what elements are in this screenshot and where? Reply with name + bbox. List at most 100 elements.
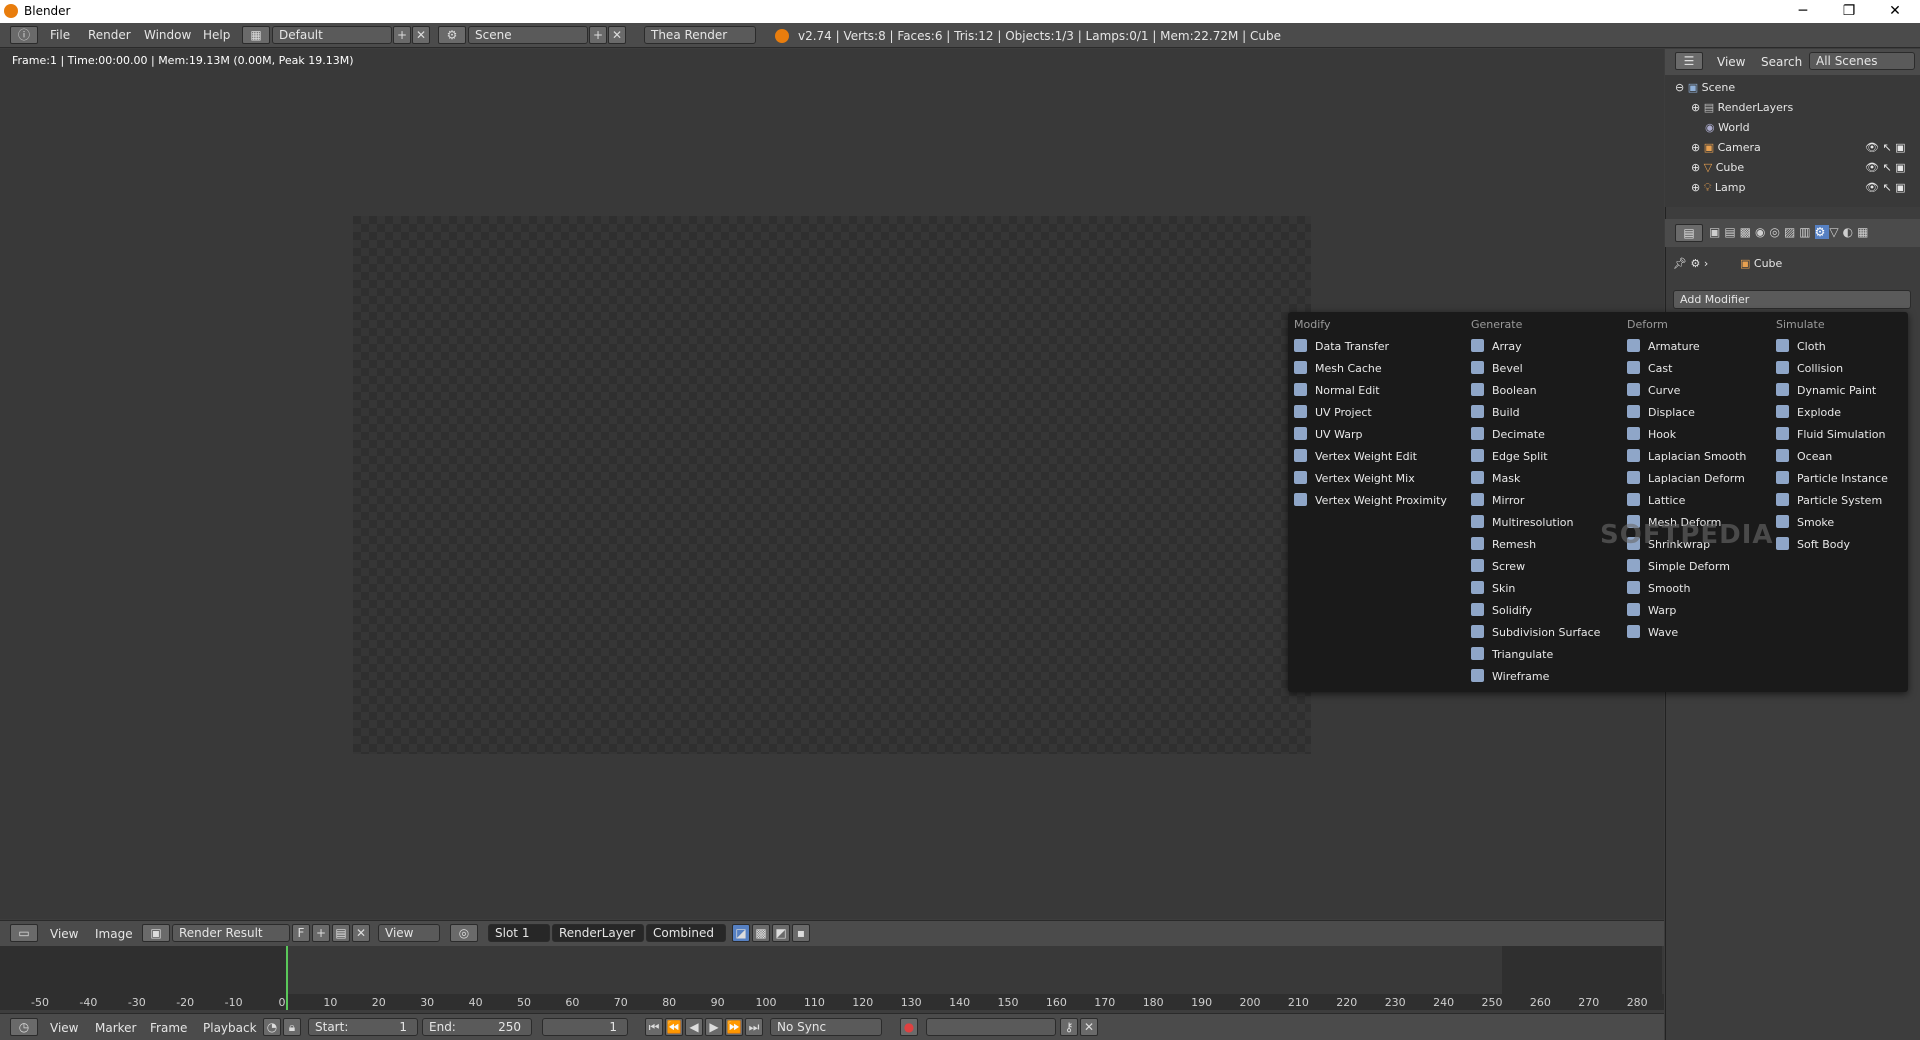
ie-menu-image[interactable]: Image [95,927,133,941]
visibility-eye-icon[interactable]: 👁︎ ↖ ▣ [1865,181,1906,194]
modifier-item[interactable]: Multiresolution [1471,515,1574,533]
modifier-item[interactable]: Normal Edit [1294,383,1380,401]
keying-set-field[interactable] [926,1018,1056,1036]
image-editor-type-icon[interactable]: ▭ [10,924,38,942]
maximize-button[interactable]: ❐ [1826,0,1872,23]
modifier-item[interactable]: Remesh [1471,537,1536,555]
modifier-item[interactable]: Edge Split [1471,449,1548,467]
modifier-item[interactable]: Particle System [1776,493,1882,511]
render-engine-select[interactable]: Thea Render [644,26,756,44]
outliner-menu-view[interactable]: View [1717,55,1745,69]
render-pass-select[interactable]: Combined [646,924,726,942]
render-layer-select[interactable]: RenderLayer [552,924,644,942]
outliner-item-renderlayers[interactable]: ⊕ ▤ RenderLayers [1691,101,1793,114]
remove-scene-icon[interactable]: ✕ [608,26,626,44]
add-scene-icon[interactable]: + [589,26,607,44]
add-screen-icon[interactable]: + [393,26,411,44]
modifier-item[interactable]: Curve [1627,383,1680,401]
insert-keyframe-icon[interactable]: ⚷ [1060,1018,1078,1036]
modifier-item[interactable]: Vertex Weight Proximity [1294,493,1447,511]
scene-field[interactable]: Scene [468,26,588,44]
modifier-item[interactable]: Ocean [1776,449,1832,467]
modifier-item[interactable]: Simple Deform [1627,559,1730,577]
pin-icon[interactable]: 📌︎ ⚙ › [1673,257,1708,270]
modifier-item[interactable]: Smoke [1776,515,1834,533]
timeline-playhead[interactable] [286,946,288,1010]
modifier-item[interactable]: Screw [1471,559,1525,577]
jump-end-icon[interactable]: ⏭ [745,1018,763,1036]
tl-menu-frame[interactable]: Frame [150,1021,187,1035]
timeline-ruler[interactable] [0,994,1664,1010]
modifier-item[interactable]: Skin [1471,581,1515,599]
end-frame-field[interactable]: End: 250 [422,1018,532,1036]
properties-editor-icon[interactable]: ▤ [1675,224,1703,242]
visibility-eye-icon[interactable]: 👁︎ ↖ ▣ [1865,141,1906,154]
tl-menu-marker[interactable]: Marker [95,1021,136,1035]
delete-keyframe-icon[interactable]: ✕ [1080,1018,1098,1036]
timeline-editor-icon[interactable]: ◷ [10,1018,38,1036]
new-image-icon[interactable]: + [312,924,330,942]
modifier-item[interactable]: Vertex Weight Mix [1294,471,1415,489]
modifier-item[interactable]: UV Warp [1294,427,1363,445]
jump-keyframe-back-icon[interactable]: ⏪ [665,1018,683,1036]
unlink-image-icon[interactable]: ✕ [352,924,370,942]
modifier-item[interactable]: Laplacian Deform [1627,471,1745,489]
tl-menu-playback[interactable]: Playback [203,1021,257,1035]
outliner-menu-search[interactable]: Search [1761,55,1802,69]
add-modifier-select[interactable]: Add Modifier [1673,290,1911,309]
modifier-item[interactable]: Mirror [1471,493,1524,511]
modifier-item[interactable]: Collision [1776,361,1843,379]
modifier-item[interactable]: Bevel [1471,361,1523,379]
properties-context-tabs[interactable]: ▣▤▩◉◎▨▥⚙▽◐▦ [1709,225,1872,239]
modifier-item[interactable]: Cast [1627,361,1672,379]
outliner-item-camera[interactable]: ⊕ ▣ Camera [1691,141,1761,154]
view-mode-select[interactable]: View [378,924,440,942]
modifier-item[interactable]: Hook [1627,427,1676,445]
outliner-item-world[interactable]: ◉ World [1705,121,1750,134]
screen-layout-icon[interactable]: ▦ [242,26,270,44]
modifier-item[interactable]: Explode [1776,405,1841,423]
modifier-item[interactable]: Vertex Weight Edit [1294,449,1417,467]
outliner-item-cube[interactable]: ⊕ ▽ Cube [1691,161,1744,174]
image-name-field[interactable]: Render Result [172,924,290,942]
preview-range-icon[interactable]: ◔ [263,1018,281,1036]
menu-render[interactable]: Render [88,28,131,42]
outliner-filter-select[interactable]: All Scenes [1809,52,1915,70]
jump-keyframe-forward-icon[interactable]: ⏩ [725,1018,743,1036]
ie-menu-view[interactable]: View [50,927,78,941]
modifier-item[interactable]: Array [1471,339,1522,357]
modifier-item[interactable]: Build [1471,405,1520,423]
jump-start-icon[interactable]: ⏮ [645,1018,663,1036]
tl-menu-view[interactable]: View [50,1021,78,1035]
modifier-item[interactable]: UV Project [1294,405,1372,423]
menu-file[interactable]: File [50,28,70,42]
modifier-item[interactable]: Triangulate [1471,647,1553,665]
close-button[interactable]: ✕ [1872,0,1918,23]
modifier-item[interactable]: Warp [1627,603,1676,621]
modifier-item[interactable]: Dynamic Paint [1776,383,1876,401]
scene-icon[interactable]: ⚙ [438,26,466,44]
current-frame-field[interactable]: 1 [542,1018,628,1036]
render-result-canvas[interactable] [353,216,1311,754]
menu-window[interactable]: Window [144,28,191,42]
scopes-icon[interactable]: ▪ [792,924,810,942]
visibility-eye-icon[interactable]: 👁︎ ↖ ▣ [1865,161,1906,174]
remove-screen-icon[interactable]: ✕ [412,26,430,44]
modifier-item[interactable]: Mesh Cache [1294,361,1382,379]
fake-user-button[interactable]: F [292,924,310,942]
modifier-item[interactable]: Wireframe [1471,669,1549,687]
start-frame-field[interactable]: Start: 1 [308,1018,418,1036]
minimize-button[interactable]: ─ [1780,0,1826,23]
record-icon[interactable]: ● [900,1018,918,1036]
z-buffer-icon[interactable]: ◩ [772,924,790,942]
lock-icon[interactable]: 🔒︎ [283,1018,301,1036]
modifier-item[interactable]: Mask [1471,471,1520,489]
modifier-item[interactable]: Boolean [1471,383,1537,401]
modifier-item[interactable]: Decimate [1471,427,1545,445]
open-image-icon[interactable]: ▤ [332,924,350,942]
modifier-item[interactable]: Soft Body [1776,537,1850,555]
menu-help[interactable]: Help [203,28,230,42]
modifier-item[interactable]: Wave [1627,625,1678,643]
modifier-item[interactable]: Smooth [1627,581,1690,599]
modifier-item[interactable]: Displace [1627,405,1695,423]
